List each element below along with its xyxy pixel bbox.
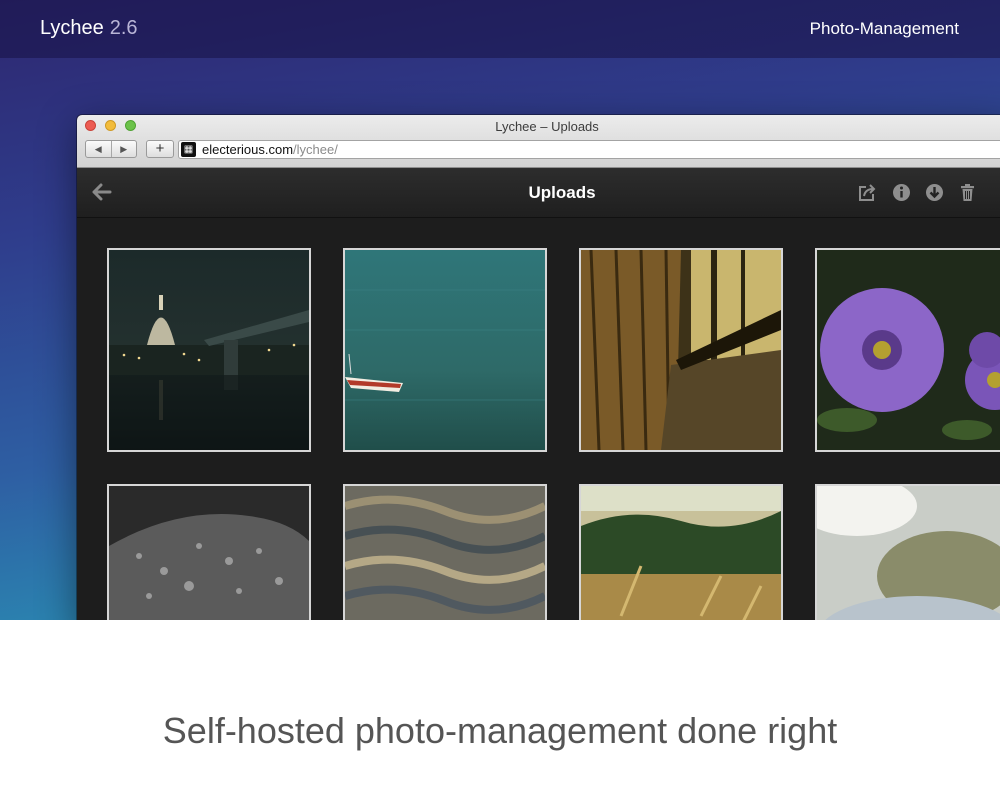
browser-back-button[interactable]: ◀ xyxy=(86,141,111,157)
rippled-water-photo xyxy=(345,486,545,620)
share-icon[interactable] xyxy=(858,183,877,202)
browser-forward-button[interactable]: ▶ xyxy=(110,141,137,157)
url-domain: electerious.com xyxy=(202,142,294,157)
tagline: Self-hosted photo-management done right xyxy=(162,710,838,751)
photo-thumbnail[interactable] xyxy=(343,484,547,620)
url-path: /lychee/ xyxy=(293,142,338,157)
address-bar[interactable]: ▦ electerious.com/lychee/ xyxy=(178,140,1000,159)
hero-section: Lychee 2.6 Photo-Management Lychee – Uplo… xyxy=(0,0,1000,620)
wet-rock-photo xyxy=(109,486,309,620)
url-text: electerious.com/lychee/ xyxy=(202,142,338,157)
photo-thumbnail[interactable] xyxy=(579,484,783,620)
photo-thumbnail[interactable] xyxy=(107,484,311,620)
site-favicon-icon: ▦ xyxy=(181,142,196,157)
trash-icon[interactable] xyxy=(958,183,977,202)
browser-window: Lychee – Uploads ◀ ▶ + ▦ electerious.com… xyxy=(77,115,1000,620)
wooden-interior-photo xyxy=(581,250,781,450)
new-tab-button[interactable]: + xyxy=(146,140,174,158)
download-icon[interactable] xyxy=(925,183,944,202)
window-title: Lychee – Uploads xyxy=(495,119,599,134)
wheat-field-photo xyxy=(581,486,781,620)
top-bar: Lychee 2.6 Photo-Management xyxy=(0,0,1000,58)
site-logo[interactable]: Lychee 2.6 xyxy=(40,17,138,40)
logo-version: 2.6 xyxy=(109,17,138,39)
city-night-bridge-photo xyxy=(109,250,309,450)
photo-thumbnail[interactable] xyxy=(579,248,783,452)
nav-link-photo-management[interactable]: Photo-Management xyxy=(810,19,959,39)
photo-thumbnail[interactable] xyxy=(815,484,1000,620)
boat-on-water-photo xyxy=(345,250,545,450)
blurry-object-photo xyxy=(817,486,1000,620)
photo-thumbnail[interactable] xyxy=(815,248,1000,452)
logo-name: Lychee xyxy=(40,17,104,39)
browser-chrome: Lychee – Uploads ◀ ▶ + ▦ electerious.com… xyxy=(77,115,1000,168)
app-header: Uploads xyxy=(77,168,1000,218)
photo-thumbnail[interactable] xyxy=(343,248,547,452)
photo-thumbnail[interactable] xyxy=(107,248,311,452)
info-icon[interactable] xyxy=(892,183,911,202)
purple-flowers-photo xyxy=(817,250,1000,450)
history-nav-buttons: ◀ ▶ xyxy=(85,140,137,158)
